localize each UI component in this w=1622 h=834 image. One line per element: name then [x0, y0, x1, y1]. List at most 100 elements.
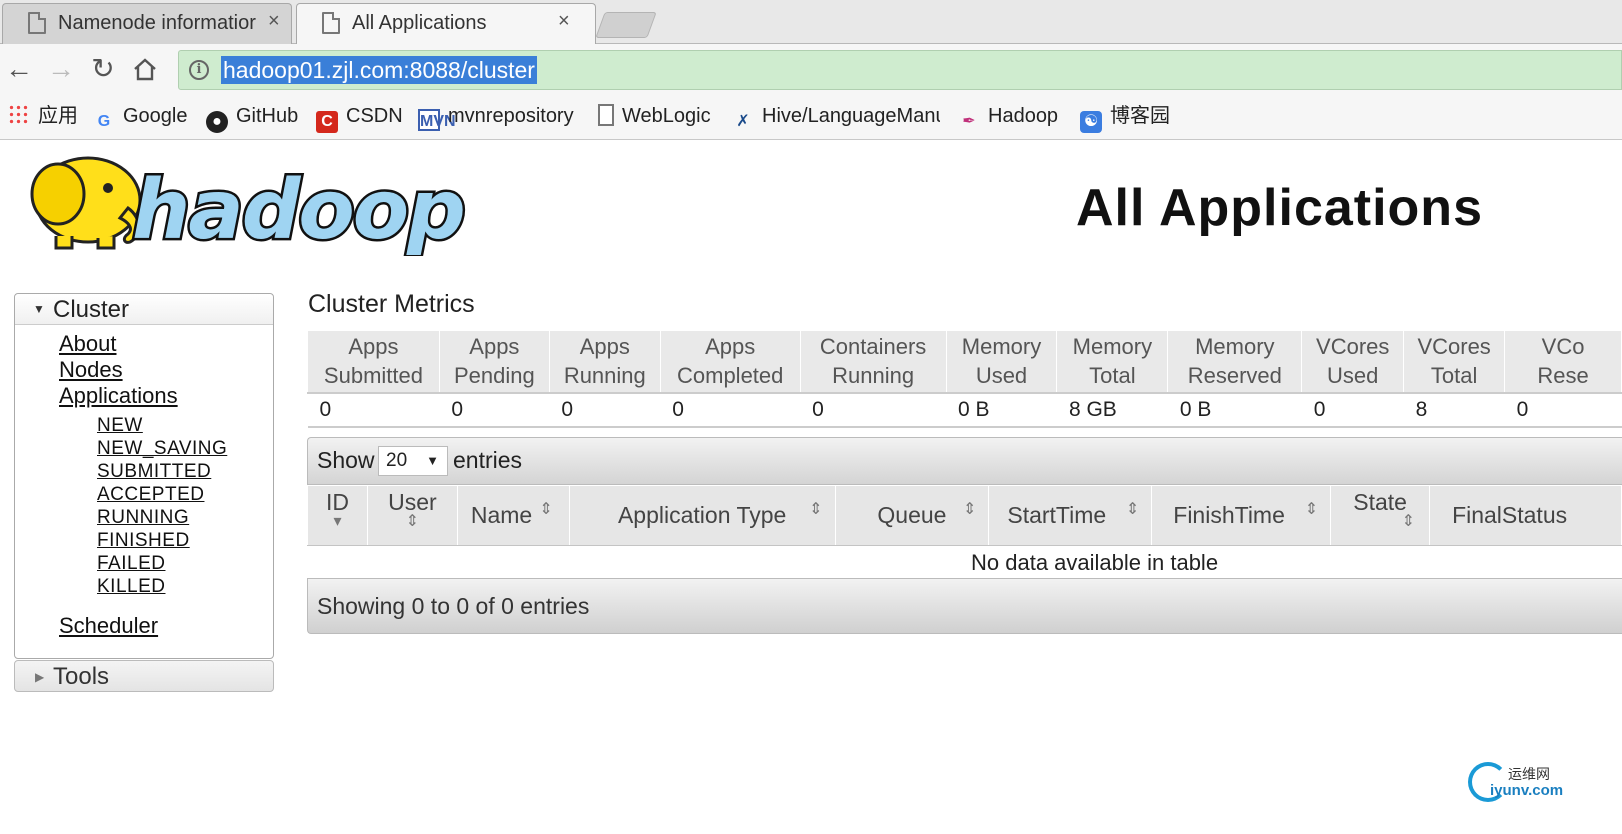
bookmark-label: Google: [123, 105, 188, 127]
logo-wordmark: hadoop: [132, 163, 464, 256]
metrics-header-line: Used: [1327, 363, 1379, 389]
metrics-header: Apps Running: [548, 330, 661, 394]
metrics-header-line: Running: [563, 363, 646, 389]
column-label: State: [1353, 489, 1407, 515]
close-icon[interactable]: ×: [268, 10, 280, 33]
sort-icon: ⇕: [539, 501, 553, 518]
column-application-type[interactable]: Application Type ⇕: [568, 485, 836, 546]
applications-header-row: ID ▾ User ⇕ Name ⇕ Application Type ⇕ Queue ⇕…: [307, 485, 1622, 546]
csdn-icon: C: [316, 111, 338, 133]
state-link-killed[interactable]: KILLED: [97, 576, 165, 598]
metrics-value: 0: [1504, 392, 1622, 428]
info-icon[interactable]: i: [189, 60, 209, 80]
back-icon[interactable]: ←: [2, 52, 36, 86]
sidebar-link-scheduler[interactable]: Scheduler: [59, 613, 158, 639]
metrics-header: VCores Total: [1403, 330, 1506, 394]
empty-table-message: No data available in table: [971, 550, 1219, 575]
sidebar-link-nodes[interactable]: Nodes: [59, 357, 123, 383]
column-finish-time[interactable]: FinishTime ⇕: [1151, 485, 1332, 546]
column-final-status[interactable]: FinalStatus: [1429, 485, 1622, 546]
page-icon: [598, 104, 614, 126]
tab-all-applications[interactable]: All Applications ×: [296, 3, 596, 44]
bookmark-csdn[interactable]: C CSDN: [316, 102, 403, 133]
tab-title: All Applications: [352, 12, 487, 34]
browser-toolbar: ← → ↻ i hadoop01.zjl.com:8088/cluster: [0, 44, 1622, 94]
metrics-value: 0: [1301, 392, 1404, 428]
github-icon: ●: [206, 111, 228, 133]
new-tab-button[interactable]: [595, 12, 657, 38]
column-name[interactable]: Name ⇕: [456, 485, 570, 546]
sort-desc-icon: ▾: [333, 513, 342, 530]
sidebar-link-applications[interactable]: Applications: [59, 383, 178, 409]
bookmark-google[interactable]: G Google: [93, 102, 188, 130]
sort-icon: ⇕: [405, 513, 420, 530]
column-label: Application Type: [617, 502, 787, 528]
home-icon[interactable]: [128, 52, 162, 86]
bookmark-label: Hive/LanguageManu: [762, 105, 940, 127]
metrics-header: VCores Used: [1301, 330, 1405, 394]
applications-table: ID ▾ User ⇕ Name ⇕ Application Type ⇕ Queue ⇕…: [307, 485, 1622, 546]
url-text[interactable]: hadoop01.zjl.com:8088/cluster: [221, 56, 537, 84]
tab-namenode[interactable]: Namenode informatior ×: [2, 3, 292, 44]
cluster-label: Cluster: [53, 296, 130, 323]
metrics-header: VCo Rese: [1504, 330, 1622, 394]
bookmark-weblogic[interactable]: WebLogic: [598, 102, 711, 130]
page-size-select[interactable]: 20 ▼: [378, 446, 448, 476]
bookmark-cnblogs[interactable]: ☯ 博客园: [1080, 102, 1170, 133]
reload-icon[interactable]: ↻: [86, 52, 120, 86]
page-icon: [28, 12, 46, 34]
state-link-new-saving[interactable]: NEW_SAVING: [97, 438, 227, 460]
column-label: FinishTime: [1173, 502, 1285, 528]
bookmark-mvnrepository[interactable]: MVNmvnrepository: [418, 102, 574, 131]
column-queue[interactable]: Queue ⇕: [834, 485, 990, 546]
metrics-value: 0 B: [1167, 392, 1302, 428]
column-start-time[interactable]: StartTime ⇕: [988, 485, 1153, 546]
state-link-running[interactable]: RUNNING: [97, 507, 189, 529]
column-label: Queue: [877, 502, 947, 528]
sort-icon: ⇕: [1401, 513, 1416, 530]
metrics-header-line: Running: [832, 363, 915, 389]
bookmark-apps[interactable]: 应用: [8, 102, 78, 130]
state-link-finished[interactable]: FINISHED: [97, 530, 190, 552]
metrics-header-line: Pending: [453, 363, 535, 389]
entries-label: entries: [453, 447, 523, 473]
bookmarks-bar: 应用 G Google ● GitHub C CSDN MVNmvnrepositor…: [0, 94, 1622, 140]
metrics-header-line: Memory: [961, 334, 1042, 360]
triangle-right-icon: ▶: [35, 670, 45, 684]
bookmark-github[interactable]: ● GitHub: [206, 102, 299, 133]
metrics-header-line: Submitted: [323, 363, 423, 389]
metrics-value: 0: [439, 392, 550, 428]
metrics-value: 8 GB: [1056, 392, 1168, 428]
table-controls: Show 20 ▼ entries: [307, 437, 1622, 485]
column-user[interactable]: User ⇕: [366, 485, 458, 546]
metrics-value: 0: [660, 392, 801, 428]
state-link-accepted[interactable]: ACCEPTED: [97, 484, 204, 506]
watermark-en: iyunv.com: [1490, 782, 1564, 799]
tab-title: Namenode informatior: [58, 12, 256, 34]
sidebar-link-about[interactable]: About: [59, 331, 117, 357]
column-state[interactable]: State ⇕: [1330, 485, 1431, 546]
cluster-header[interactable]: ▼ Cluster: [15, 294, 273, 325]
forward-icon[interactable]: →: [44, 52, 78, 86]
bookmark-hadoop[interactable]: ✒ Hadoop: [958, 102, 1058, 130]
bookmark-hive[interactable]: ✗ Hive/LanguageManu: [732, 102, 940, 130]
state-link-submitted[interactable]: SUBMITTED: [97, 461, 211, 483]
metrics-header-line: Apps: [348, 334, 399, 360]
sort-icon: ⇕: [1125, 501, 1140, 518]
site-watermark: 运维网 iyunv.com: [1466, 760, 1616, 804]
close-icon[interactable]: ×: [558, 10, 570, 33]
cluster-links: About Nodes Applications NEW NEW_SAVING …: [15, 325, 273, 658]
metrics-header: Apps Pending: [438, 330, 550, 394]
triangle-down-icon: ▼: [33, 302, 45, 316]
hadoop-logo: hadoop: [16, 148, 468, 261]
tools-header[interactable]: ▶ Tools: [14, 660, 274, 692]
bookmark-label: GitHub: [236, 105, 299, 127]
address-bar[interactable]: i hadoop01.zjl.com:8088/cluster: [178, 50, 1622, 90]
bookmark-label: WebLogic: [622, 105, 711, 127]
show-label: Show: [317, 447, 375, 473]
state-link-failed[interactable]: FAILED: [97, 553, 165, 575]
cluster-metrics-title: Cluster Metrics: [308, 290, 475, 318]
cnblogs-icon: ☯: [1080, 111, 1102, 133]
state-link-new[interactable]: NEW: [97, 415, 143, 437]
column-id[interactable]: ID ▾: [307, 485, 368, 546]
